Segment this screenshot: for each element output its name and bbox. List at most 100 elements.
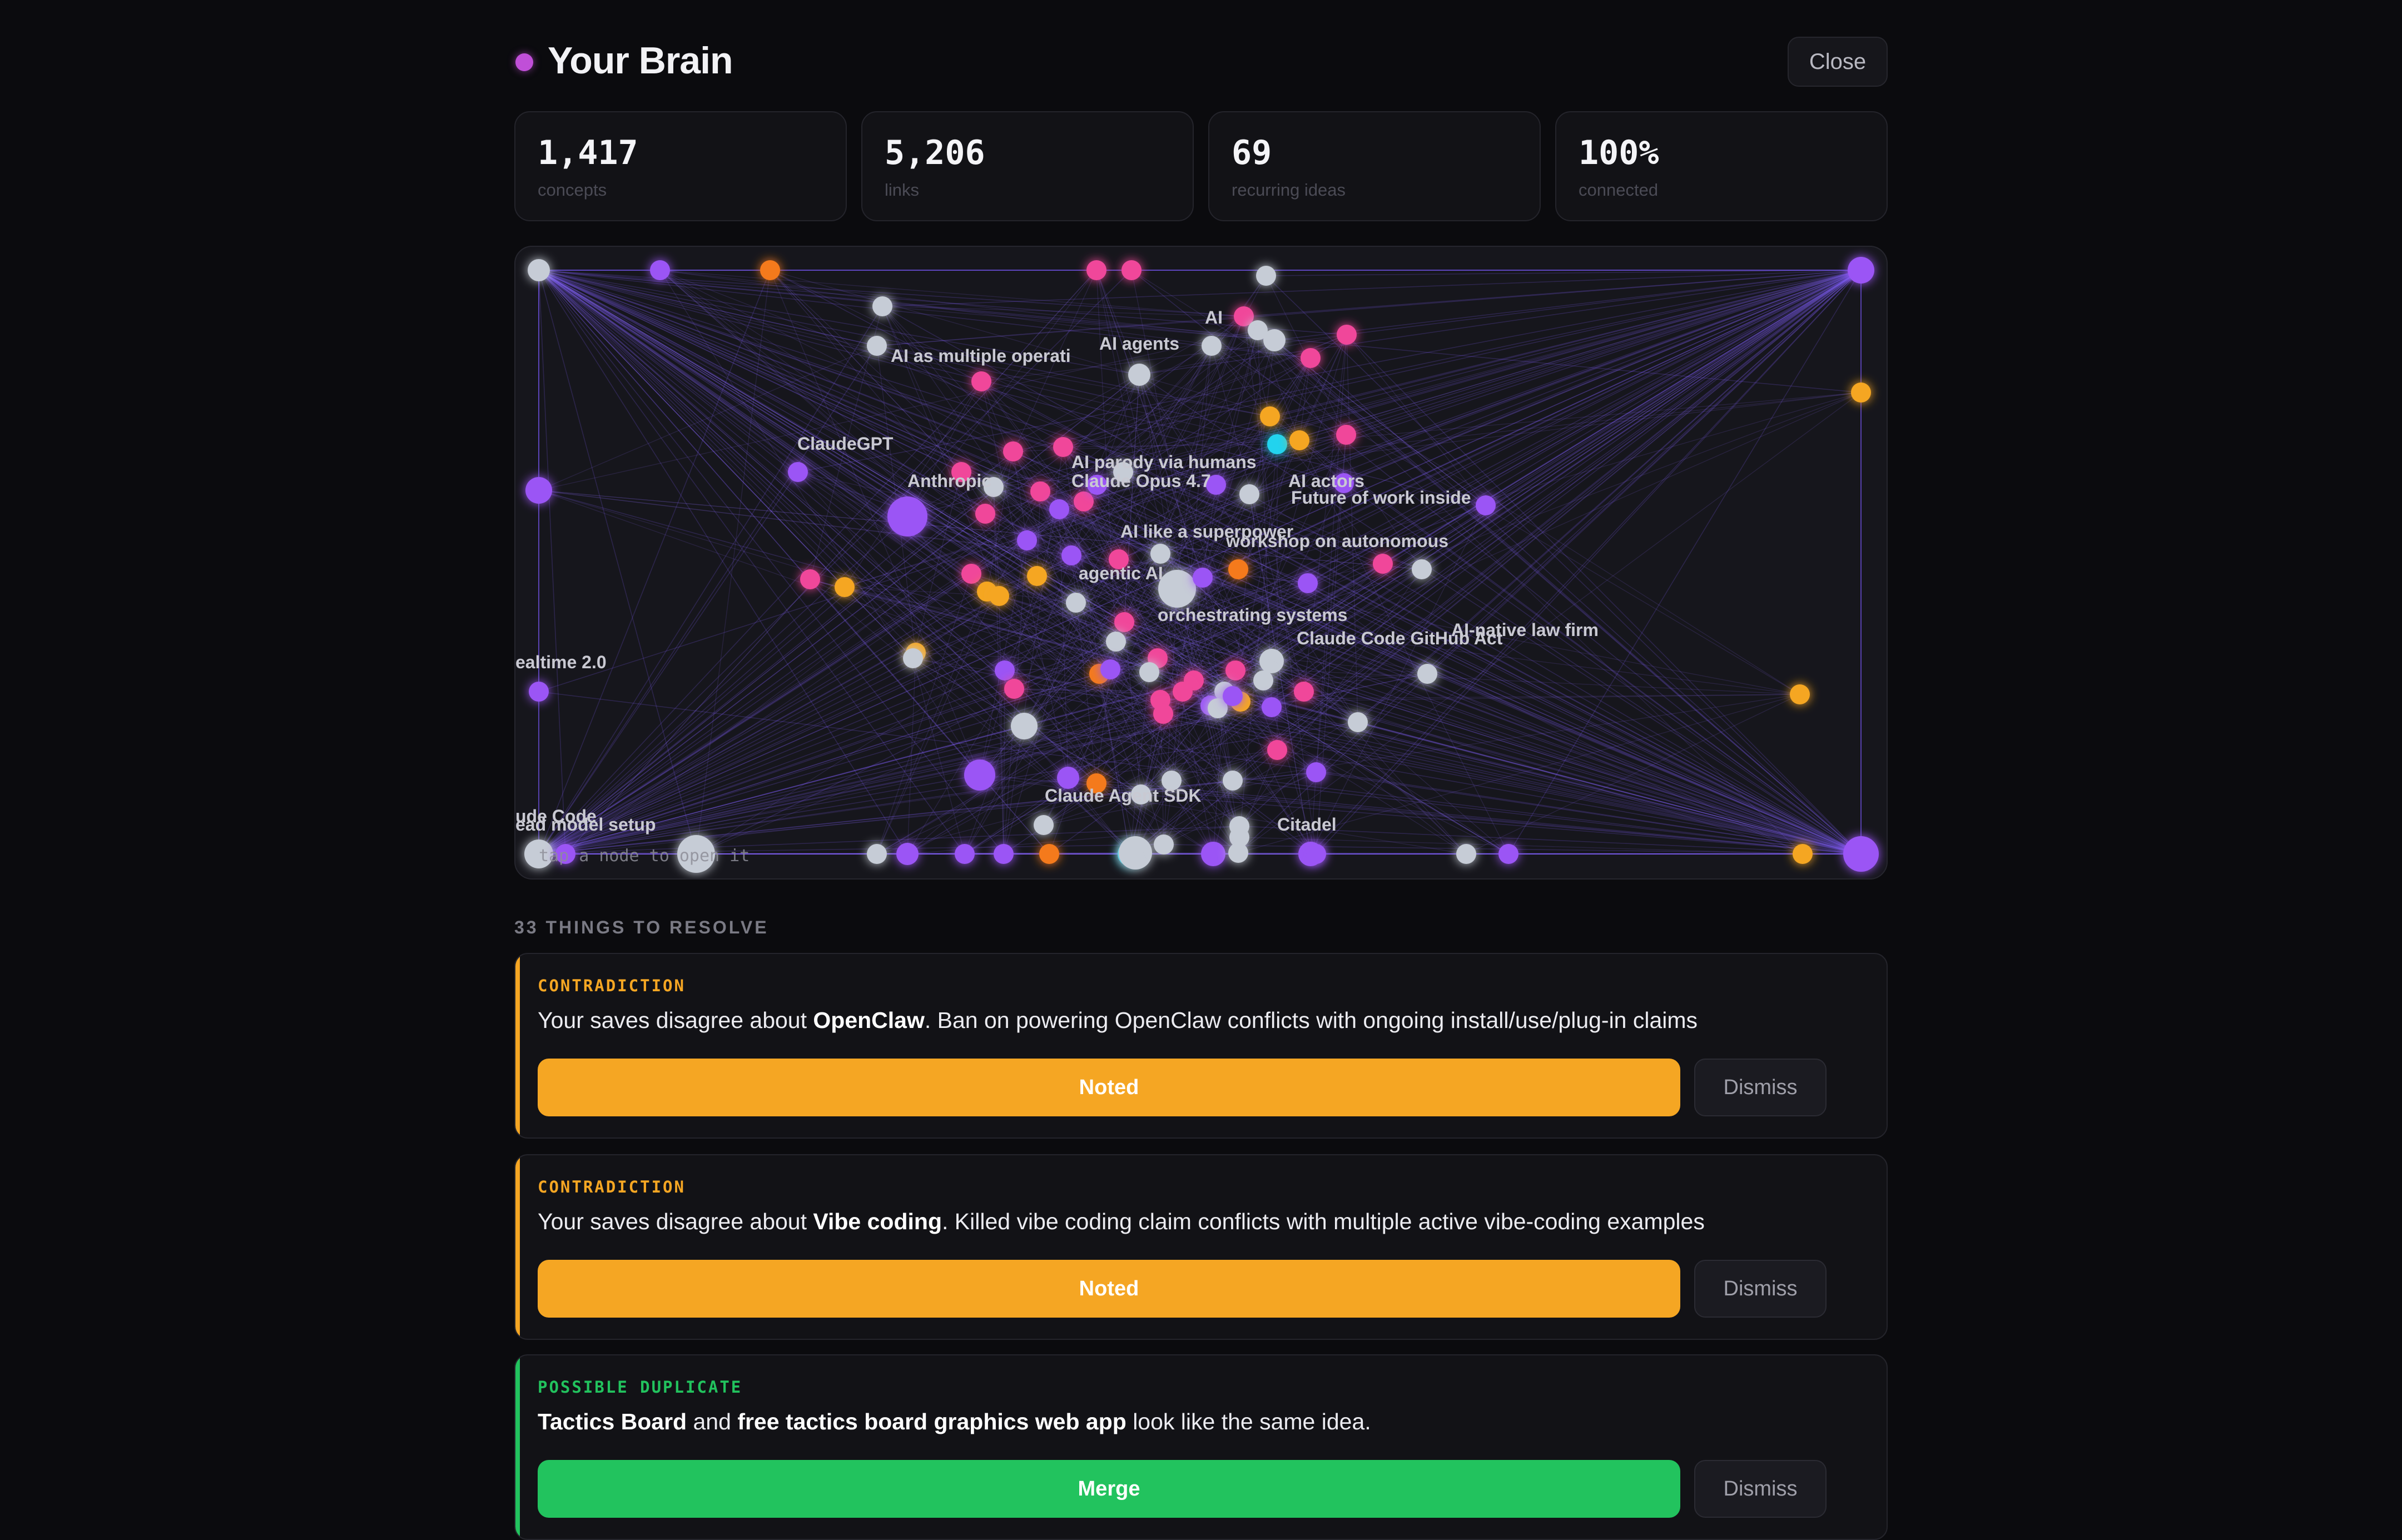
graph-node[interactable] — [1106, 632, 1126, 652]
graph-node[interactable] — [1201, 842, 1225, 866]
graph-node[interactable] — [1004, 679, 1024, 699]
graph-node[interactable] — [1223, 686, 1243, 706]
graph-node[interactable] — [867, 336, 887, 356]
issues-heading: 33 THINGS TO RESOLVE — [514, 917, 769, 937]
graph-node[interactable] — [1228, 559, 1248, 579]
graph-node[interactable] — [1154, 834, 1174, 855]
graph-node[interactable] — [1121, 260, 1142, 280]
graph-node[interactable] — [1336, 425, 1356, 445]
merge-button[interactable]: Merge — [538, 1460, 1680, 1518]
issue-accent-bar — [515, 954, 520, 1137]
graph-node[interactable] — [1412, 559, 1432, 579]
graph-node[interactable] — [1256, 266, 1276, 286]
graph-node[interactable] — [994, 844, 1014, 864]
dismiss-button[interactable]: Dismiss — [1694, 1059, 1827, 1116]
graph-node[interactable] — [1225, 660, 1245, 680]
graph-node[interactable] — [1114, 612, 1134, 632]
graph-node[interactable] — [989, 586, 1009, 606]
close-button[interactable]: Close — [1788, 37, 1888, 87]
graph-node[interactable] — [788, 462, 808, 482]
dismiss-button[interactable]: Dismiss — [1694, 1260, 1827, 1318]
graph-node[interactable] — [1259, 649, 1284, 673]
graph-node[interactable] — [1253, 670, 1273, 690]
graph-node[interactable] — [1153, 704, 1173, 724]
graph-node[interactable] — [650, 260, 670, 280]
graph-node[interactable] — [760, 260, 780, 280]
graph-node[interactable] — [867, 844, 887, 864]
graph-node[interactable] — [1228, 843, 1248, 863]
graph-node[interactable] — [1061, 545, 1081, 565]
graph-node[interactable] — [1034, 815, 1054, 835]
dismiss-button[interactable]: Dismiss — [1694, 1460, 1827, 1518]
graph-node[interactable] — [835, 577, 855, 597]
graph-node[interactable] — [1289, 430, 1309, 450]
graph-node[interactable] — [1017, 530, 1037, 550]
graph-node[interactable] — [1306, 762, 1326, 782]
graph-node[interactable] — [1298, 573, 1318, 593]
graph-node[interactable] — [964, 759, 995, 791]
issue-card-contradiction: CONTRADICTION Your saves disagree about … — [514, 1154, 1888, 1340]
graph-node[interactable] — [1476, 495, 1496, 515]
graph-node[interactable] — [896, 843, 919, 865]
graph-node[interactable] — [1337, 325, 1357, 345]
graph-node[interactable] — [1373, 554, 1393, 574]
graph-canvas[interactable]: AI AI as multiple operati AI agents ClaudeG… — [515, 247, 1887, 878]
graph-node[interactable] — [1039, 844, 1059, 864]
stat-label: concepts — [538, 180, 607, 200]
knowledge-graph[interactable]: AI AI as multiple operati AI agents ClaudeG… — [514, 246, 1888, 880]
graph-node[interactable] — [872, 296, 892, 316]
graph-node[interactable] — [1223, 771, 1243, 791]
graph-node[interactable] — [1202, 336, 1222, 356]
graph-node[interactable] — [1294, 682, 1314, 702]
graph-node[interactable] — [995, 660, 1015, 680]
graph-node[interactable] — [1239, 484, 1259, 504]
graph-node[interactable] — [1260, 406, 1280, 426]
graph-node-label: ead model setup — [515, 814, 656, 834]
graph-node[interactable] — [961, 564, 981, 584]
graph-node[interactable] — [1003, 441, 1023, 461]
graph-node[interactable] — [1119, 836, 1152, 870]
graph-node[interactable] — [1348, 712, 1368, 732]
graph-node[interactable] — [971, 371, 991, 391]
graph-node[interactable] — [1027, 566, 1047, 586]
graph-node[interactable] — [1848, 257, 1874, 284]
graph-node[interactable] — [1306, 844, 1326, 864]
graph-node[interactable] — [1262, 697, 1282, 717]
graph-node[interactable] — [1193, 568, 1213, 588]
graph-node[interactable] — [1049, 499, 1069, 519]
graph-node[interactable] — [1456, 844, 1476, 864]
graph-node[interactable] — [1843, 836, 1879, 872]
graph-node[interactable] — [1417, 664, 1437, 684]
graph-node[interactable] — [1030, 481, 1050, 501]
noted-button[interactable]: Noted — [538, 1260, 1680, 1318]
graph-node[interactable] — [1011, 713, 1038, 739]
noted-button[interactable]: Noted — [538, 1059, 1680, 1116]
graph-edges — [538, 270, 1862, 855]
graph-node[interactable] — [1790, 684, 1810, 704]
graph-node[interactable] — [529, 682, 549, 702]
graph-node[interactable] — [1498, 844, 1518, 864]
graph-node[interactable] — [1139, 662, 1159, 682]
graph-node[interactable] — [1053, 437, 1073, 457]
graph-node[interactable] — [1150, 544, 1170, 564]
graph-node[interactable] — [1086, 260, 1106, 280]
graph-node[interactable] — [1267, 740, 1287, 760]
graph-node[interactable] — [975, 504, 995, 524]
graph-node[interactable] — [800, 569, 820, 589]
graph-node[interactable] — [1851, 382, 1871, 403]
graph-node[interactable] — [955, 844, 975, 864]
graph-node[interactable] — [1267, 434, 1287, 454]
graph-node[interactable] — [1074, 491, 1094, 511]
graph-node[interactable] — [1100, 659, 1120, 679]
graph-node[interactable] — [1301, 348, 1321, 368]
graph-node[interactable] — [1263, 329, 1286, 351]
graph-node[interactable] — [1128, 364, 1150, 386]
graph-node[interactable] — [903, 648, 923, 668]
graph-node[interactable] — [1066, 593, 1086, 613]
graph-node[interactable] — [1793, 844, 1813, 864]
graph-node[interactable] — [525, 477, 552, 504]
graph-node[interactable] — [887, 496, 927, 536]
graph-node[interactable] — [1158, 570, 1196, 608]
graph-node[interactable] — [528, 259, 550, 281]
graph-node[interactable] — [1173, 682, 1193, 702]
